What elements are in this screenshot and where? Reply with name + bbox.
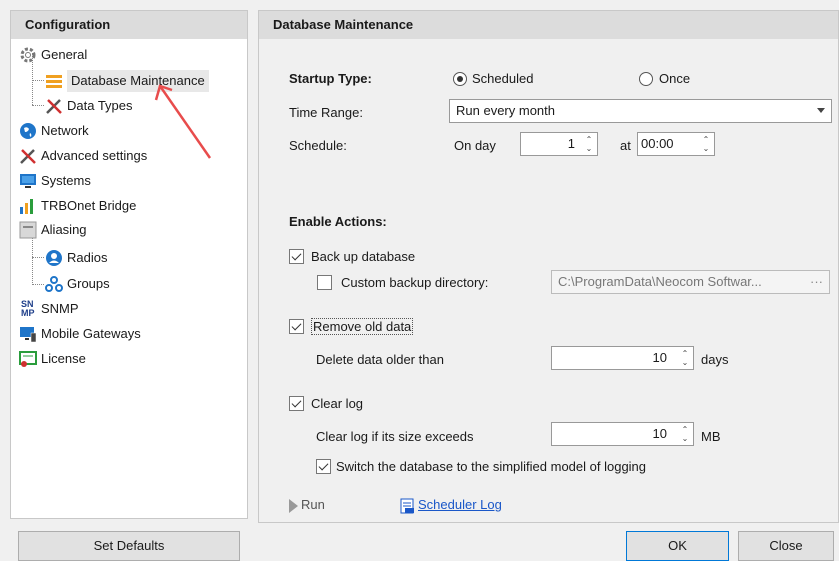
log-document-icon [400,498,415,514]
tree-item-label: Radios [67,249,108,265]
time-range-label: Time Range: [289,105,363,120]
ok-button[interactable]: OK [626,531,729,561]
tree-item-network[interactable]: Network [19,119,89,141]
custom-backup-dir-checkbox[interactable] [317,275,332,290]
startup-type-label: Startup Type: [289,71,372,86]
tree-item-data-types[interactable]: Data Types [45,94,133,116]
window-icon [19,221,37,239]
browse-button[interactable]: ··· [810,271,823,293]
tree-item-trbonet-bridge[interactable]: TRBOnet Bridge [19,194,136,216]
enable-actions-label: Enable Actions: [289,214,387,229]
spin-arrows-icon[interactable]: ⌃ ⌄ [700,135,712,153]
gear-icon [19,46,37,64]
tree-connector [32,257,44,258]
snmp-icon: SN MP [19,299,37,318]
switch-db-checkbox[interactable] [316,459,331,474]
tree-item-label: TRBOnet Bridge [41,197,137,213]
clear-log-checkbox[interactable] [289,396,304,411]
list-lines-icon [45,72,63,90]
tree-item-label: Aliasing [41,221,87,237]
close-button[interactable]: Close [738,531,834,561]
play-icon [289,498,298,513]
tree-item-label: General [41,46,88,62]
clear-log-label[interactable]: Clear log [311,396,363,411]
delete-older-stepper[interactable]: 10 ⌃ ⌄ [551,346,694,370]
tree-item-general[interactable]: General [19,43,87,65]
backup-database-label[interactable]: Back up database [311,249,415,264]
database-maintenance-panel: Database Maintenance Startup Type: Sched… [258,10,839,523]
delete-older-value: 10 [652,350,667,365]
license-icon [19,350,37,368]
tree-item-label: License [41,350,86,366]
run-label: Run [301,497,325,512]
time-range-select[interactable]: Run every month [449,99,832,123]
tools-icon [45,97,63,115]
switch-db-label[interactable]: Switch the database to the simplified mo… [336,459,646,474]
mb-label: MB [701,429,721,444]
backup-database-checkbox[interactable] [289,249,304,264]
spin-arrows-icon[interactable]: ⌃ ⌄ [583,135,595,153]
tree-item-aliasing[interactable]: Aliasing [19,218,87,240]
custom-backup-dir-label[interactable]: Custom backup directory: [341,275,488,290]
snmp-icon-text: MP [21,307,35,318]
user-circle-icon [45,249,63,267]
annotation-arrow-icon [154,84,212,159]
tree-item-label: Systems [41,172,91,188]
chevron-down-icon [817,108,825,113]
globe-icon [19,122,37,140]
day-stepper[interactable]: 1 ⌃ ⌄ [520,132,598,156]
tree-item-radios[interactable]: Radios [45,246,107,268]
clear-log-size-value: 10 [652,426,667,441]
tree-item-label: SNMP [41,300,79,316]
custom-backup-dir-value: C:\ProgramData\Neocom Softwar... [558,274,762,289]
monitor-phone-icon [19,325,37,343]
time-value: 00:00 [641,136,674,151]
scheduler-log-label: Scheduler Log [418,497,502,512]
set-defaults-button[interactable]: Set Defaults [18,531,240,561]
tree-item-groups[interactable]: Groups [45,272,110,294]
once-radio[interactable] [639,72,653,86]
scheduled-label[interactable]: Scheduled [472,71,533,86]
custom-backup-dir-field[interactable]: C:\ProgramData\Neocom Softwar... ··· [551,270,830,294]
monitor-icon [19,172,37,190]
tree-item-license[interactable]: License [19,347,86,369]
group-icon [45,275,63,293]
schedule-label: Schedule: [289,138,347,153]
day-value: 1 [567,136,575,151]
panel-title: Database Maintenance [259,11,838,39]
tree-connector [32,233,33,285]
time-range-value: Run every month [456,103,555,118]
tree-connector [32,80,44,81]
remove-old-data-checkbox[interactable] [289,319,304,334]
tree-item-systems[interactable]: Systems [19,169,91,191]
tree-item-label: Mobile Gateways [41,325,141,341]
tree-connector [32,284,44,285]
delete-older-label: Delete data older than [316,352,444,367]
tree-item-label: Data Types [67,97,133,113]
spin-arrows-icon[interactable]: ⌃ ⌄ [679,349,691,367]
tree-item-snmp[interactable]: SN MP SNMP [19,297,79,319]
on-day-label: On day [454,138,496,153]
at-label: at [620,138,631,153]
clear-log-size-stepper[interactable]: 10 ⌃ ⌄ [551,422,694,446]
configuration-header: Configuration [11,11,247,39]
once-label[interactable]: Once [659,71,690,86]
bars-icon [19,197,37,215]
scheduled-radio[interactable] [453,72,467,86]
tree-item-label: Groups [67,275,110,291]
tree-item-advanced-settings[interactable]: Advanced settings [19,144,147,166]
run-button[interactable]: Run [289,497,325,513]
scheduler-log-link[interactable]: Scheduler Log [400,497,502,514]
tree-item-mobile-gateways[interactable]: Mobile Gateways [19,322,141,344]
tree-item-label: Network [41,122,89,138]
clear-log-size-label: Clear log if its size exceeds [316,429,474,444]
tools-icon [19,147,37,165]
spin-arrows-icon[interactable]: ⌃ ⌄ [679,425,691,443]
tree-item-label: Advanced settings [41,147,148,163]
remove-old-data-label[interactable]: Remove old data [311,318,414,335]
days-label: days [701,352,729,367]
tree-connector [32,105,44,106]
time-stepper[interactable]: 00:00 ⌃ ⌄ [637,132,715,156]
